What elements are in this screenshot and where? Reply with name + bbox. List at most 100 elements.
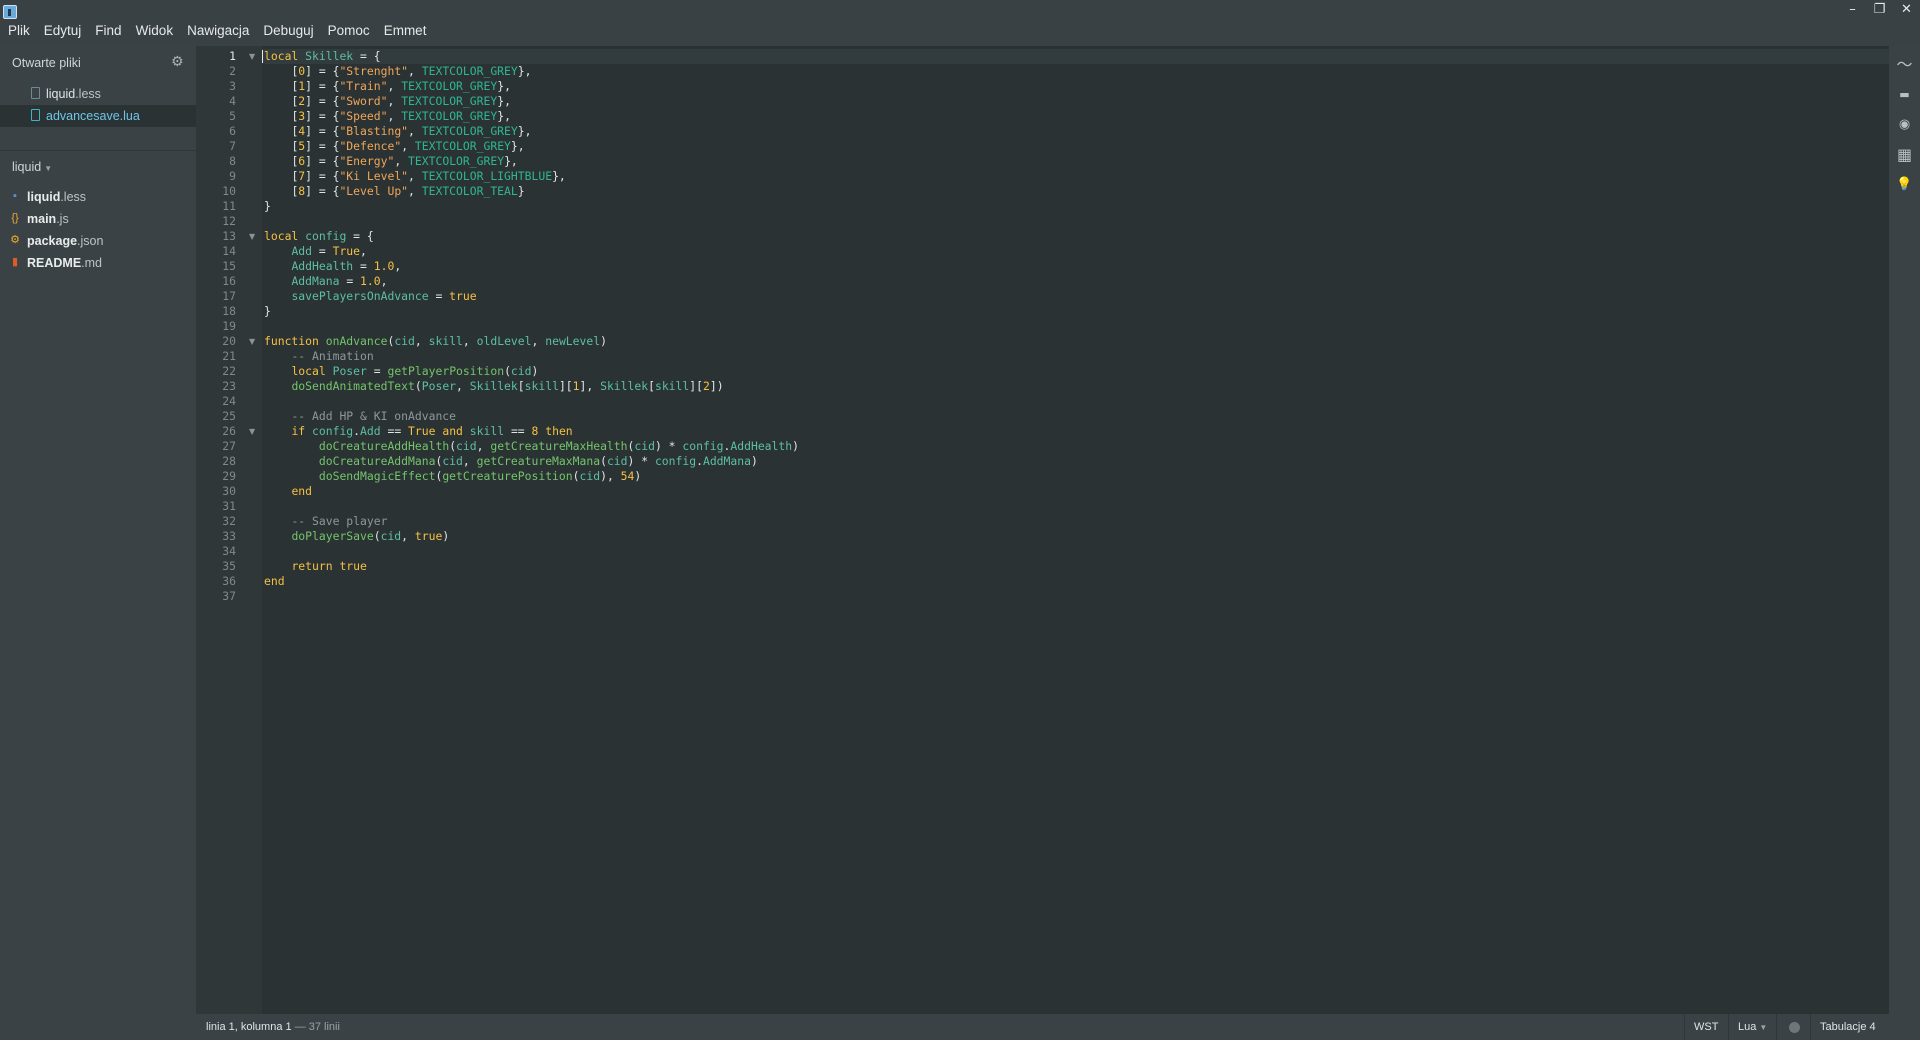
open-files-title: Otwarte pliki xyxy=(12,56,81,70)
line-number: 7 xyxy=(229,139,236,153)
line-number: 19 xyxy=(222,319,236,333)
line-number-gutter: 1 ▼ 2 3 4 5 6 7 8 9 10 11 12 13 ▼ 14 15 16 17 18 19 20 ▼ 21 22 23… xyxy=(196,46,262,1014)
code-area[interactable]: local Skillek = { [0] = {"Strenght", TEX… xyxy=(262,46,1889,1014)
text-cursor xyxy=(262,50,263,63)
line-number: 26 xyxy=(222,424,236,438)
linter-status-icon[interactable] xyxy=(1789,1022,1800,1033)
title-bar: Plik Edytuj Find Widok Nawigacja Debuguj… xyxy=(0,0,1920,46)
fold-toggle-icon[interactable]: ▼ xyxy=(249,229,255,244)
line-number: 14 xyxy=(222,244,236,258)
line-number: 10 xyxy=(222,184,236,198)
minimize-button[interactable]: – xyxy=(1839,0,1866,22)
line-number: 29 xyxy=(222,469,236,483)
gear-icon[interactable]: ⚙ xyxy=(171,55,184,69)
code-line[interactable]: doCreatureAddHealth(cid, getCreatureMaxH… xyxy=(264,439,799,454)
fold-toggle-icon[interactable]: ▼ xyxy=(249,334,255,349)
line-number: 35 xyxy=(222,559,236,573)
code-line[interactable]: savePlayersOnAdvance = true xyxy=(264,289,476,304)
line-number: 30 xyxy=(222,484,236,498)
tree-item-main-js[interactable]: {} main.js xyxy=(0,208,196,230)
menu-plik[interactable]: Plik xyxy=(0,21,37,41)
line-number: 32 xyxy=(222,514,236,528)
code-line[interactable]: [0] = {"Strenght", TEXTCOLOR_GREY}, xyxy=(264,64,531,79)
live-preview-icon[interactable]: 〜 xyxy=(1894,55,1915,75)
sidebar-divider xyxy=(0,150,196,151)
code-line[interactable]: [2] = {"Sword", TEXTCOLOR_GREY}, xyxy=(264,94,510,109)
menu-find[interactable]: Find xyxy=(88,21,128,41)
open-file-advancesave-lua[interactable]: advancesave.lua xyxy=(0,105,216,127)
cursor-position[interactable]: linia 1, kolumna 1 — 37 linii xyxy=(206,1021,340,1033)
line-number: 33 xyxy=(222,529,236,543)
menu-bar: Plik Edytuj Find Widok Nawigacja Debuguj… xyxy=(0,21,433,41)
menu-emmet[interactable]: Emmet xyxy=(377,21,434,41)
indent-setting[interactable]: Tabulacje 4 xyxy=(1820,1021,1876,1033)
line-number: 27 xyxy=(222,439,236,453)
tree-item-package-json[interactable]: ⚙ package.json xyxy=(0,230,196,252)
line-number: 24 xyxy=(222,394,236,408)
menu-nawigacja[interactable]: Nawigacja xyxy=(180,21,256,41)
open-file-label: advancesave.lua xyxy=(46,109,140,123)
lightbulb-icon[interactable]: 💡 xyxy=(1894,175,1915,195)
open-file-liquid-less[interactable]: liquid.less xyxy=(0,83,196,105)
code-line[interactable]: [3] = {"Speed", TEXTCOLOR_GREY}, xyxy=(264,109,510,124)
line-number: 22 xyxy=(222,364,236,378)
code-line[interactable]: end xyxy=(264,484,312,499)
fold-toggle-icon[interactable]: ▼ xyxy=(249,424,255,439)
code-line[interactable]: AddHealth = 1.0, xyxy=(264,259,401,274)
code-line[interactable]: AddMana = 1.0, xyxy=(264,274,387,289)
theme-icon[interactable]: ◉ xyxy=(1894,115,1915,135)
line-number: 8 xyxy=(229,154,236,168)
chevron-down-icon: ▼ xyxy=(44,164,53,173)
code-line[interactable]: local Skillek = { xyxy=(264,49,381,64)
code-line[interactable]: doPlayerSave(cid, true) xyxy=(264,529,449,544)
menu-pomoc[interactable]: Pomoc xyxy=(321,21,377,41)
line-number: 20 xyxy=(222,334,236,348)
code-line[interactable]: doSendMagicEffect(getCreaturePosition(ci… xyxy=(264,469,641,484)
code-line[interactable]: Add = True, xyxy=(264,244,366,259)
line-number: 31 xyxy=(222,499,236,513)
code-line[interactable]: -- Save player xyxy=(264,514,387,529)
line-number: 36 xyxy=(222,574,236,588)
code-line[interactable]: -- Add HP & KI onAdvance xyxy=(264,409,456,424)
project-dropdown[interactable]: liquid ▼ xyxy=(12,160,52,174)
code-line[interactable]: [6] = {"Energy", TEXTCOLOR_GREY}, xyxy=(264,154,517,169)
tree-item-liquid-less[interactable]: ▪ liquid.less xyxy=(0,186,196,208)
close-button[interactable]: ✕ xyxy=(1893,0,1920,22)
code-line[interactable]: } xyxy=(264,304,271,319)
code-line[interactable]: [7] = {"Ki Level", TEXTCOLOR_LIGHTBLUE}, xyxy=(264,169,565,184)
insert-mode-toggle[interactable]: WST xyxy=(1694,1021,1718,1033)
code-line[interactable]: [5] = {"Defence", TEXTCOLOR_GREY}, xyxy=(264,139,524,154)
code-editor[interactable]: 1 ▼ 2 3 4 5 6 7 8 9 10 11 12 13 ▼ 14 15 16 17 18 19 20 ▼ 21 22 23… xyxy=(196,46,1889,1014)
language-selector[interactable]: Lua ▼ xyxy=(1738,1021,1767,1033)
tree-item-readme-md[interactable]: ▮ README.md xyxy=(0,252,196,274)
open-file-label: liquid.less xyxy=(46,87,101,101)
file-icon xyxy=(31,109,40,121)
chevron-down-icon: ▼ xyxy=(1759,1023,1768,1032)
menu-widok[interactable]: Widok xyxy=(129,21,181,41)
extension-manager-icon[interactable]: ▬ xyxy=(1894,85,1915,105)
code-line[interactable]: local config = { xyxy=(264,229,374,244)
line-number: 1 xyxy=(229,49,236,63)
code-line[interactable]: return true xyxy=(264,559,366,574)
code-line[interactable]: } xyxy=(264,199,271,214)
code-line[interactable]: [1] = {"Train", TEXTCOLOR_GREY}, xyxy=(264,79,510,94)
code-line[interactable]: -- Animation xyxy=(264,349,373,364)
code-line[interactable]: if config.Add == True and skill == 8 the… xyxy=(264,424,572,439)
restore-button[interactable]: ❐ xyxy=(1866,0,1893,22)
layout-icon[interactable]: ▦ xyxy=(1894,145,1915,165)
code-line[interactable]: [8] = {"Level Up", TEXTCOLOR_TEAL} xyxy=(264,184,524,199)
line-number: 34 xyxy=(222,544,236,558)
menu-debuguj[interactable]: Debuguj xyxy=(256,21,320,41)
code-line[interactable]: doCreatureAddMana(cid, getCreatureMaxMan… xyxy=(264,454,758,469)
code-line[interactable]: function onAdvance(cid, skill, oldLevel,… xyxy=(264,334,607,349)
menu-edytuj[interactable]: Edytuj xyxy=(37,21,89,41)
code-line[interactable]: local Poser = getPlayerPosition(cid) xyxy=(264,364,538,379)
code-line[interactable]: [4] = {"Blasting", TEXTCOLOR_GREY}, xyxy=(264,124,531,139)
line-number: 16 xyxy=(222,274,236,288)
code-line[interactable]: doSendAnimatedText(Poser, Skillek[skill]… xyxy=(264,379,723,394)
code-line[interactable]: end xyxy=(264,574,285,589)
fold-toggle-icon[interactable]: ▼ xyxy=(249,49,255,64)
line-number: 17 xyxy=(222,289,236,303)
line-number: 25 xyxy=(222,409,236,423)
line-number: 21 xyxy=(222,349,236,363)
